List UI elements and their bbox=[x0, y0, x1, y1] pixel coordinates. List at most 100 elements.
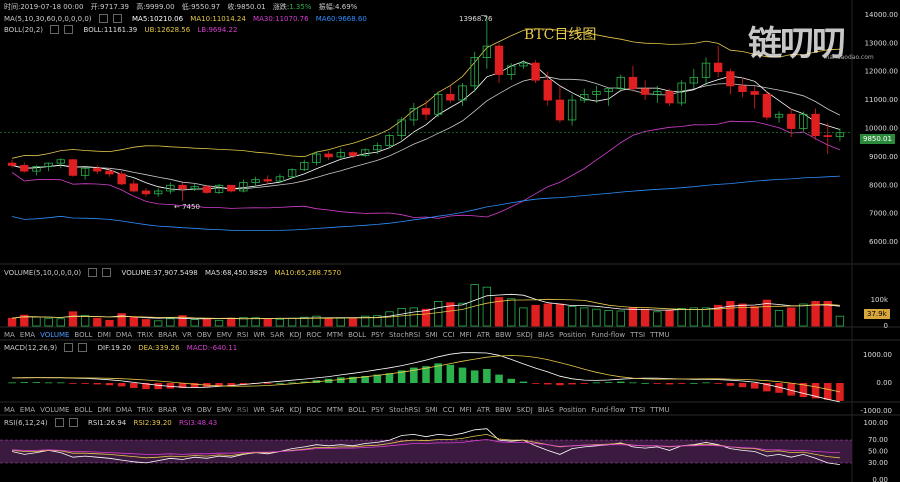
settings-icon[interactable] bbox=[88, 268, 98, 277]
indicator-tab-stochrsi[interactable]: StochRSI bbox=[389, 331, 420, 339]
indicator-tab-mfi[interactable]: MFI bbox=[460, 406, 472, 414]
indicator-tab-cci[interactable]: CCI bbox=[443, 331, 455, 339]
macd-histogram-bar bbox=[726, 383, 735, 386]
indicator-tab-rsi[interactable]: RSI bbox=[237, 406, 248, 414]
candle-body bbox=[202, 186, 212, 193]
settings-icon[interactable] bbox=[54, 418, 64, 427]
indicator-tab-ttsi[interactable]: TTSI bbox=[630, 406, 645, 414]
indicator-tab-ema[interactable]: EMA bbox=[20, 406, 35, 414]
indicator-tab-boll[interactable]: BOLL bbox=[348, 331, 366, 339]
indicator-tab-atr[interactable]: ATR bbox=[477, 331, 490, 339]
indicator-tab-kdj[interactable]: KDJ bbox=[289, 331, 301, 339]
macd-histogram-bar bbox=[641, 383, 649, 384]
volume-bar bbox=[214, 319, 224, 327]
price-tick-label: 6000.00 bbox=[869, 238, 898, 246]
indicator-tab-boll[interactable]: BOLL bbox=[74, 331, 92, 339]
indicator-tab-obv[interactable]: OBV bbox=[197, 331, 212, 339]
indicator-tab-skdj[interactable]: SKDJ bbox=[516, 331, 533, 339]
indicator-tab-mtm[interactable]: MTM bbox=[327, 331, 343, 339]
rsi-tick-label: 30.00 bbox=[868, 459, 888, 467]
indicator-tab-vr[interactable]: VR bbox=[182, 406, 192, 414]
indicator-tab-rsi[interactable]: RSI bbox=[237, 331, 248, 339]
candle-body bbox=[7, 162, 17, 166]
indicator-tab-wr[interactable]: WR bbox=[253, 406, 265, 414]
volume-bar bbox=[348, 318, 358, 327]
price-tick-label: 10000.00 bbox=[865, 124, 898, 132]
macd-label: MACD(12,26,9) bbox=[4, 343, 58, 352]
indicator-tab-brar[interactable]: BRAR bbox=[158, 406, 177, 414]
price-tick-label: 8000.00 bbox=[869, 181, 898, 189]
price-tick-label: 14000.00 bbox=[865, 11, 898, 19]
indicator-tab-volume[interactable]: VOLUME bbox=[40, 331, 69, 339]
indicator-tab-fund-flow[interactable]: Fund-flow bbox=[591, 331, 625, 339]
candle-body bbox=[811, 113, 820, 136]
close-icon[interactable] bbox=[68, 418, 78, 427]
indicator-tab-kdj[interactable]: KDJ bbox=[289, 406, 301, 414]
volume-bar bbox=[653, 311, 662, 327]
candle-body bbox=[446, 93, 455, 101]
indicator-tab-sar[interactable]: SAR bbox=[270, 406, 284, 414]
indicator-tab-vr[interactable]: VR bbox=[182, 331, 192, 339]
indicator-tab-dma[interactable]: DMA bbox=[116, 331, 132, 339]
volume-text: VOLUME:37,907.5498 bbox=[121, 268, 198, 277]
indicator-tab-bias[interactable]: BIAS bbox=[538, 331, 554, 339]
indicator-tab-emv[interactable]: EMV bbox=[217, 406, 232, 414]
indicator-tab-bbw[interactable]: BBW bbox=[495, 406, 511, 414]
indicator-tab-boll[interactable]: BOLL bbox=[74, 406, 92, 414]
candle-body bbox=[227, 184, 236, 192]
volume-bar bbox=[726, 301, 735, 327]
indicator-tab-cci[interactable]: CCI bbox=[443, 406, 455, 414]
indicator-tab-atr[interactable]: ATR bbox=[477, 406, 490, 414]
indicator-tab-ttmu[interactable]: TTMU bbox=[650, 406, 670, 414]
indicator-tab-dmi[interactable]: DMI bbox=[97, 406, 111, 414]
indicator-tab-position[interactable]: Position bbox=[559, 406, 586, 414]
indicator-tab-ttsi[interactable]: TTSI bbox=[630, 331, 645, 339]
indicator-tab-fund-flow[interactable]: Fund-flow bbox=[591, 406, 625, 414]
indicator-tab-smi[interactable]: SMI bbox=[425, 331, 438, 339]
current-price-tag: 9850.01 bbox=[860, 134, 895, 144]
indicator-tab-ttmu[interactable]: TTMU bbox=[650, 331, 670, 339]
volume-bar bbox=[689, 307, 699, 327]
indicator-tab-skdj[interactable]: SKDJ bbox=[516, 406, 533, 414]
volume-bar bbox=[604, 310, 613, 327]
indicator-tab-brar[interactable]: BRAR bbox=[158, 331, 177, 339]
indicator-tab-roc[interactable]: ROC bbox=[306, 331, 321, 339]
indicator-tab-obv[interactable]: OBV bbox=[197, 406, 212, 414]
close-icon[interactable] bbox=[78, 343, 88, 352]
macd-histogram-bar bbox=[93, 383, 102, 385]
indicator-tab-boll[interactable]: BOLL bbox=[348, 406, 366, 414]
macd-histogram-bar bbox=[117, 383, 126, 387]
settings-icon[interactable] bbox=[64, 343, 74, 352]
indicator-tab-bias[interactable]: BIAS bbox=[538, 406, 554, 414]
indicator-tab-psy[interactable]: PSY bbox=[371, 406, 384, 414]
indicator-tab-volume[interactable]: VOLUME bbox=[40, 406, 69, 414]
indicator-tab-smi[interactable]: SMI bbox=[425, 406, 438, 414]
rsi1-text: RSI1:26.94 bbox=[88, 418, 127, 427]
indicator-tab-bbw[interactable]: BBW bbox=[495, 331, 511, 339]
indicator-tab-ema[interactable]: EMA bbox=[20, 331, 35, 339]
indicator-tab-roc[interactable]: ROC bbox=[306, 406, 321, 414]
price-tick-label: 9000.00 bbox=[869, 153, 898, 161]
indicator-tab-mfi[interactable]: MFI bbox=[460, 331, 472, 339]
indicator-tab-dmi[interactable]: DMI bbox=[97, 331, 111, 339]
indicator-tab-trix[interactable]: TRIX bbox=[137, 406, 153, 414]
candle-body bbox=[324, 153, 333, 158]
close-icon[interactable] bbox=[102, 268, 112, 277]
indicator-tab-ma[interactable]: MA bbox=[4, 406, 15, 414]
volume-bar bbox=[80, 315, 90, 327]
indicator-tab-psy[interactable]: PSY bbox=[371, 331, 384, 339]
macd-histogram-bar bbox=[483, 369, 491, 383]
indicator-tab-wr[interactable]: WR bbox=[253, 331, 265, 339]
indicator-tab-ma[interactable]: MA bbox=[4, 331, 15, 339]
volume-bar bbox=[56, 318, 65, 327]
volume-bar bbox=[385, 311, 394, 327]
indicator-tab-position[interactable]: Position bbox=[559, 331, 586, 339]
indicator-tab-dma[interactable]: DMA bbox=[116, 406, 132, 414]
macd-histogram-bar bbox=[130, 383, 138, 389]
indicator-tab-mtm[interactable]: MTM bbox=[327, 406, 343, 414]
indicator-tab-trix[interactable]: TRIX bbox=[137, 331, 153, 339]
indicator-tab-sar[interactable]: SAR bbox=[270, 331, 284, 339]
indicator-tab-stochrsi[interactable]: StochRSI bbox=[389, 406, 420, 414]
indicator-tab-emv[interactable]: EMV bbox=[217, 331, 232, 339]
macd-histogram-bar bbox=[263, 383, 272, 384]
